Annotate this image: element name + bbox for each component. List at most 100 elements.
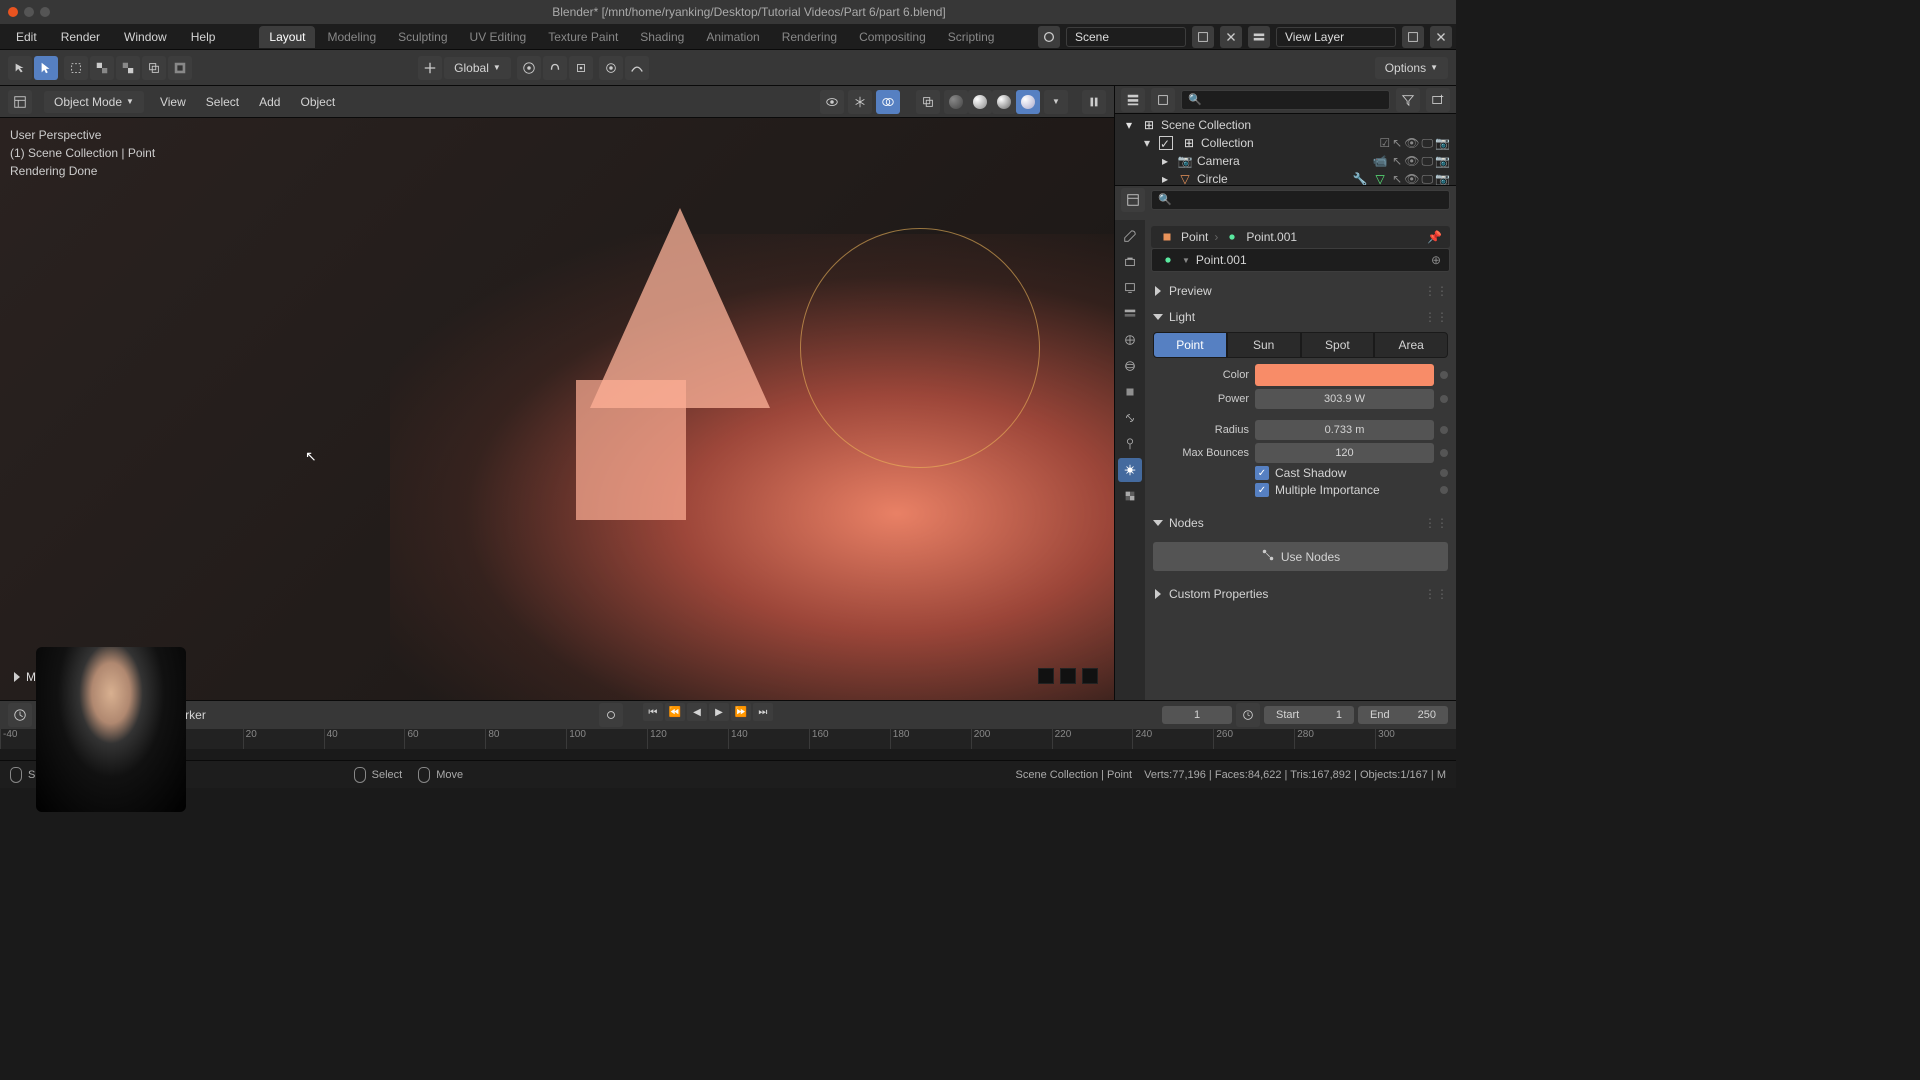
viewport-menu-select[interactable]: Select	[202, 93, 243, 111]
properties-editor-icon[interactable]	[1121, 188, 1145, 212]
eye-icon[interactable]: 👁	[1404, 172, 1419, 187]
disclosure-icon[interactable]: ▾	[1139, 135, 1155, 151]
workspace-tab-uv-editing[interactable]: UV Editing	[460, 26, 537, 48]
shading-solid-icon[interactable]	[968, 90, 992, 114]
properties-search-input[interactable]	[1151, 190, 1450, 210]
shading-rendered-icon[interactable]	[1016, 90, 1040, 114]
multiple-importance-checkbox[interactable]: ✓	[1255, 483, 1269, 497]
current-frame-field[interactable]: 1	[1162, 706, 1232, 724]
workspace-tab-scripting[interactable]: Scripting	[938, 26, 1005, 48]
overlays-icon[interactable]	[876, 90, 900, 114]
breadcrumb-object[interactable]: Point	[1181, 230, 1208, 244]
light-color-field[interactable]	[1255, 364, 1434, 386]
disclosure-icon[interactable]: ▸	[1157, 171, 1173, 186]
selectable-icon[interactable]: ↖	[1392, 172, 1402, 187]
transform-orientation-icon[interactable]	[418, 56, 442, 80]
play-button[interactable]: ▶	[709, 703, 729, 721]
prop-tab-viewlayer[interactable]	[1118, 302, 1142, 326]
light-power-field[interactable]: 303.9 W	[1255, 389, 1434, 409]
animate-property-icon[interactable]	[1440, 371, 1448, 379]
play-reverse-button[interactable]: ◀	[687, 703, 707, 721]
snap-target-icon[interactable]	[569, 56, 593, 80]
prop-tab-tool[interactable]	[1118, 224, 1142, 248]
use-nodes-button[interactable]: Use Nodes	[1153, 542, 1448, 571]
animate-property-icon[interactable]	[1440, 426, 1448, 434]
scene-delete-icon[interactable]	[1220, 26, 1242, 48]
prop-tab-texture[interactable]	[1118, 484, 1142, 508]
pin-icon[interactable]: 📌	[1427, 230, 1442, 244]
panel-custom-props-header[interactable]: Custom Properties ⋮⋮	[1151, 583, 1450, 605]
keyframe-next-button[interactable]: ⏩	[731, 703, 751, 721]
select-invert-icon[interactable]	[168, 56, 192, 80]
light-type-spot[interactable]: Spot	[1301, 332, 1375, 358]
minimize-window-icon[interactable]	[24, 7, 34, 17]
prop-tab-data[interactable]	[1118, 458, 1142, 482]
viewport-disable-icon[interactable]: 🖵	[1421, 172, 1433, 187]
scene-browse-icon[interactable]	[1038, 26, 1060, 48]
menu-render[interactable]: Render	[57, 28, 104, 46]
snap-icon[interactable]	[543, 56, 567, 80]
viewlayer-name-field[interactable]: View Layer	[1276, 27, 1396, 47]
workspace-tab-rendering[interactable]: Rendering	[772, 26, 847, 48]
panel-nodes-header[interactable]: Nodes ⋮⋮	[1151, 512, 1450, 534]
options-dropdown[interactable]: Options▼	[1375, 57, 1448, 79]
visibility-icon[interactable]	[820, 90, 844, 114]
keyframe-prev-button[interactable]: ⏪	[665, 703, 685, 721]
maximize-window-icon[interactable]	[40, 7, 50, 17]
cast-shadow-checkbox[interactable]: ✓	[1255, 466, 1269, 480]
prop-tab-world[interactable]	[1118, 354, 1142, 378]
prop-tab-physics[interactable]	[1118, 432, 1142, 456]
panel-options-icon[interactable]: ⋮⋮	[1424, 587, 1448, 601]
outliner-display-mode-icon[interactable]	[1151, 88, 1175, 112]
select-intersect-icon[interactable]	[142, 56, 166, 80]
select-subtract-icon[interactable]	[116, 56, 140, 80]
outliner-item-camera[interactable]: ▸ 📷 Camera 📹 ↖ 👁 🖵 📷	[1115, 152, 1456, 170]
timeline-editor-icon[interactable]	[8, 703, 32, 727]
outliner-item-circle[interactable]: ▸ ▽ Circle 🔧 ▽ ↖ 👁 🖵 📷	[1115, 170, 1456, 186]
render-disable-icon[interactable]: 📷	[1435, 172, 1450, 187]
disclosure-icon[interactable]: ▸	[1157, 153, 1173, 169]
menu-edit[interactable]: Edit	[12, 28, 41, 46]
panel-preview-header[interactable]: Preview ⋮⋮	[1151, 280, 1450, 302]
viewport-menu-view[interactable]: View	[156, 93, 190, 111]
selectable-icon[interactable]: ↖	[1392, 154, 1402, 169]
collection-checkbox[interactable]: ✓	[1159, 136, 1173, 150]
proportional-edit-icon[interactable]	[599, 56, 623, 80]
breadcrumb-data[interactable]: Point.001	[1246, 230, 1297, 244]
prop-tab-constraints[interactable]	[1118, 406, 1142, 430]
pivot-point-icon[interactable]	[517, 56, 541, 80]
animate-property-icon[interactable]	[1440, 395, 1448, 403]
viewport-disable-icon[interactable]: 🖵	[1421, 154, 1433, 169]
render-disable-icon[interactable]: 📷	[1435, 154, 1450, 169]
shading-dropdown-icon[interactable]: ▼	[1044, 90, 1068, 114]
close-window-icon[interactable]	[8, 7, 18, 17]
workspace-tab-layout[interactable]: Layout	[259, 26, 315, 48]
start-frame-field[interactable]: Start1	[1264, 706, 1354, 724]
light-bounces-field[interactable]: 120	[1255, 443, 1434, 463]
workspace-tab-animation[interactable]: Animation	[696, 26, 769, 48]
outliner-search-input[interactable]	[1181, 90, 1390, 110]
viewport-disable-icon[interactable]: 🖵	[1421, 136, 1433, 151]
scene-name-field[interactable]: Scene	[1066, 27, 1186, 47]
render-pause-icon[interactable]	[1082, 90, 1106, 114]
outliner-collection[interactable]: ▾ ✓ ⊞ Collection ☑ ↖ 👁 🖵 📷	[1115, 134, 1456, 152]
outliner-new-collection-icon[interactable]	[1426, 88, 1450, 112]
workspace-tab-texture-paint[interactable]: Texture Paint	[538, 26, 628, 48]
outliner-scene-collection[interactable]: ▾ ⊞ Scene Collection	[1115, 116, 1456, 134]
workspace-tab-sculpting[interactable]: Sculpting	[388, 26, 457, 48]
end-frame-field[interactable]: End250	[1358, 706, 1448, 724]
gizmo-icon[interactable]	[848, 90, 872, 114]
menu-window[interactable]: Window	[120, 28, 171, 46]
mode-dropdown[interactable]: Object Mode▼	[44, 91, 144, 113]
menu-help[interactable]: Help	[187, 28, 220, 46]
workspace-tab-compositing[interactable]: Compositing	[849, 26, 936, 48]
jump-end-button[interactable]: ⏭	[753, 703, 773, 721]
eye-icon[interactable]: 👁	[1404, 154, 1419, 169]
light-type-point[interactable]: Point	[1153, 332, 1227, 358]
light-type-area[interactable]: Area	[1374, 332, 1448, 358]
animate-property-icon[interactable]	[1440, 449, 1448, 457]
light-type-sun[interactable]: Sun	[1227, 332, 1301, 358]
selectable-icon[interactable]: ↖	[1392, 136, 1402, 151]
prop-tab-render[interactable]	[1118, 250, 1142, 274]
outliner-editor-icon[interactable]	[1121, 88, 1145, 112]
